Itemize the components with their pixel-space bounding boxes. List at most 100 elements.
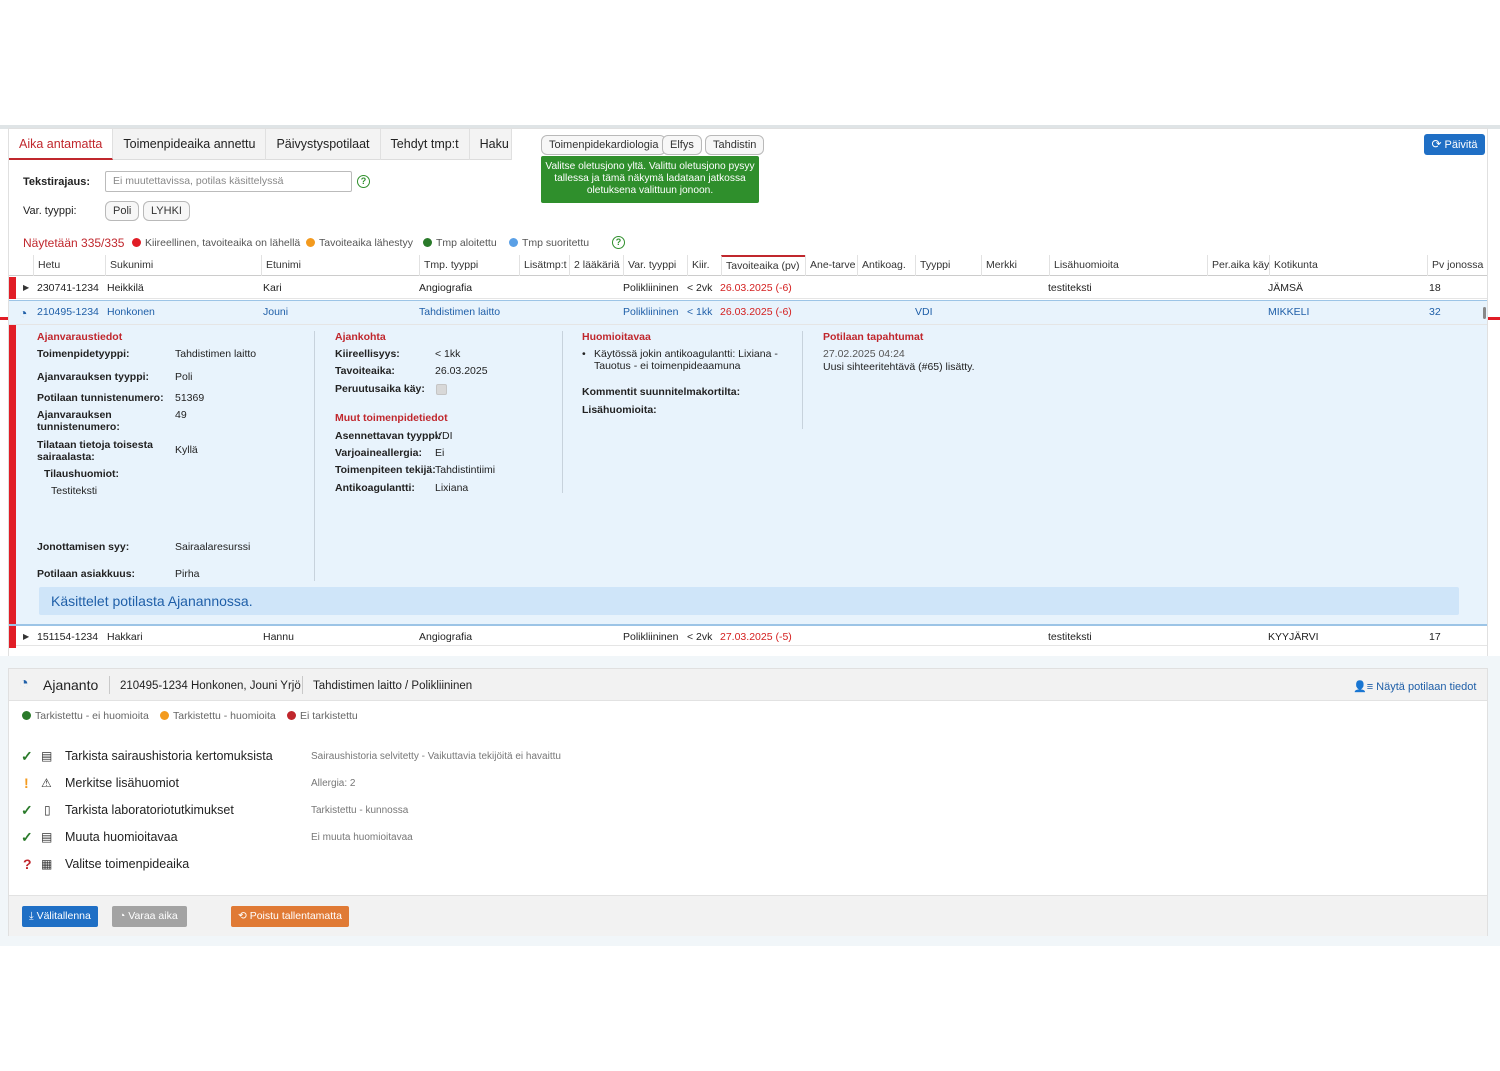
detail-label: Potilaan tunnistenumero: [37, 392, 164, 404]
cell-kiir: < 2vk [687, 631, 713, 643]
download-icon: ⤓ [29, 910, 37, 922]
save-draft-button[interactable]: ⤓ Välitallenna [22, 906, 98, 927]
check-icon: ✓ [21, 748, 33, 764]
tab-haku[interactable]: Haku [470, 129, 512, 160]
col-pv-jonossa[interactable]: Pv jonossa [1427, 255, 1487, 276]
green-dot [22, 711, 31, 720]
cancellation-checkbox[interactable] [436, 384, 447, 395]
expand-caret-icon[interactable]: ▶ [23, 277, 29, 299]
show-patient-info-link[interactable]: 👤≡ Näytä potilaan tiedot [1353, 680, 1476, 693]
col-lisatmp[interactable]: Lisätmp:t [519, 255, 569, 276]
scheduling-header: ◔ Ajananto 210495-1234 Honkonen, Jouni Y… [9, 669, 1487, 701]
col-hetu[interactable]: Hetu [33, 255, 105, 276]
col-tyyppi[interactable]: Tyyppi [915, 255, 981, 276]
exclamation-icon: ! [24, 775, 29, 791]
legend-help-icon[interactable]: ? [612, 236, 625, 249]
task-choose-time[interactable]: ? ▦ Valitse toimenpideaika [21, 856, 721, 876]
exit-label: Poistu tallentamatta [249, 910, 342, 922]
cell-sukunimi: Honkonen [107, 306, 155, 318]
detail-label: Toimenpidetyyppi: [37, 348, 130, 360]
type-chip-poli[interactable]: Poli [105, 201, 140, 221]
queue-chip-tahdistin[interactable]: Tahdistin [705, 135, 765, 155]
warning-icon: ⚠ [41, 776, 52, 790]
clipboard-icon: ▤ [41, 830, 53, 844]
col-lisahuomioita[interactable]: Lisähuomioita [1049, 255, 1207, 276]
refresh-icon: ⟳ [1431, 137, 1442, 151]
queue-chip-elfys[interactable]: Elfys [662, 135, 702, 155]
cell-hetu: 210495-1234 [37, 306, 99, 318]
book-time-button[interactable]: ◔ Varaa aika [112, 906, 187, 927]
refresh-button[interactable]: ⟳ Päivitä [1424, 134, 1485, 155]
cell-kiir: < 2vk [687, 282, 713, 294]
detail-value: Sairaalaresurssi [175, 541, 251, 553]
col-etunimi[interactable]: Etunimi [261, 255, 419, 276]
refresh-label: Päivitä [1444, 139, 1478, 151]
queue-chip-toimenpidekardiologia[interactable]: Toimenpidekardiologia [541, 135, 667, 155]
comments-label: Kommentit suunnitelmakortilta: [582, 386, 741, 398]
detail-label: Varjoaineallergia: [335, 447, 422, 459]
table-row-selected[interactable]: ◔ 210495-1234 Honkonen Jouni Tahdistimen… [9, 300, 1487, 325]
event-date: 27.02.2025 04:24 [823, 348, 905, 360]
tab-tehdyt[interactable]: Tehdyt tmp:t [381, 129, 470, 160]
task-history[interactable]: ✓ ▤ Tarkista sairaushistoria kertomuksis… [21, 748, 721, 768]
task-label: Muuta huomioitavaa [65, 830, 178, 844]
tab-toimenpideaika-annettu[interactable]: Toimenpideaika annettu [113, 129, 267, 160]
col-antikoag[interactable]: Antikoag. [857, 255, 915, 276]
col-kotikunta[interactable]: Kotikunta [1269, 255, 1427, 276]
legend-started-label: Tmp aloitettu [436, 237, 497, 249]
col-tmp-tyyppi[interactable]: Tmp. tyyppi [419, 255, 519, 276]
detail-label: Peruutusaika käy: [335, 383, 425, 395]
legend-approaching: Tavoiteaika lähestyy [306, 237, 413, 249]
cell-pv: 17 [1429, 631, 1441, 643]
cell-kunta: MIKKELI [1268, 306, 1310, 318]
detail-value: 26.03.2025 [435, 365, 488, 377]
legend-checked-ok: Tarkistettu - ei huomioita [22, 710, 149, 722]
col-tavoiteaika[interactable]: Tavoiteaika (pv) [721, 255, 805, 276]
col-kiir[interactable]: Kiir. [687, 255, 721, 276]
help-icon[interactable]: ? [357, 175, 370, 188]
detail-label: Kiireellisyys: [335, 348, 400, 360]
tab-bar: Aika antamatta Toimenpideaika annettu Pä… [9, 129, 512, 160]
table-header: Hetu Sukunimi Etunimi Tmp. tyyppi Lisätm… [9, 255, 1487, 276]
legend-label: Ei tarkistettu [300, 710, 358, 722]
task-extra-notes[interactable]: ! ⚠ Merkitse lisähuomiot Allergia: 2 [21, 775, 721, 795]
expand-caret-icon[interactable]: ▶ [23, 626, 29, 648]
procedure-info: Tahdistimen laitto / Polikliininen [313, 680, 473, 692]
clock-icon: ◔ [119, 910, 129, 922]
legend-approaching-label: Tavoiteaika lähestyy [319, 237, 413, 249]
task-other[interactable]: ✓ ▤ Muuta huomioitavaa Ei muuta huomioit… [21, 829, 721, 849]
legend-label: Tarkistettu - huomioita [173, 710, 276, 722]
cell-etunimi: Jouni [263, 306, 289, 318]
task-lab[interactable]: ✓ ▯ Tarkista laboratoriotutkimukset Tark… [21, 802, 721, 822]
cell-tavoite: 26.03.2025 (-6) [720, 306, 792, 318]
test-tube-icon: ▯ [44, 803, 51, 817]
queue-panel: Aika antamatta Toimenpideaika annettu Pä… [8, 128, 1488, 658]
detail-value: < 1kk [435, 348, 461, 360]
cell-tmp: Angiografia [419, 282, 473, 294]
event-text: Uusi sihteeritehtävä (#65) lisätty. [823, 361, 975, 373]
text-filter-input[interactable]: Ei muutettavissa, potilas käsittelyssä [105, 171, 352, 192]
divider [802, 331, 803, 429]
col-per-aika[interactable]: Per.aika käy [1207, 255, 1269, 276]
task-note: Ei muuta huomioitavaa [311, 832, 413, 843]
tab-paivystyspotilaat[interactable]: Päivystyspotilaat [266, 129, 381, 160]
detail-label: Tilaushuomiot: [44, 468, 120, 480]
cell-tavoite: 27.03.2025 (-5) [720, 631, 792, 643]
detail-value: Tahdistimen laitto [175, 348, 257, 360]
type-chip-lyhki[interactable]: LYHKI [143, 201, 190, 221]
table-row[interactable]: ▶ 230741-1234 Heikkilä Kari Angiografia … [9, 277, 1487, 299]
scrollbar-thumb[interactable] [1483, 307, 1486, 319]
col-sukunimi[interactable]: Sukunimi [105, 255, 261, 276]
notes-bullet: Käytössä jokin antikoagulantti: Lixiana … [594, 348, 778, 372]
text-filter-label: Tekstirajaus: [23, 176, 91, 188]
tab-aika-antamatta[interactable]: Aika antamatta [9, 129, 114, 160]
cell-kunta: JÄMSÄ [1268, 282, 1304, 294]
table-row[interactable]: ▶ 151154-1234 Hakkari Hannu Angiografia … [9, 624, 1487, 648]
exit-without-saving-button[interactable]: ⟲ Poistu tallentamatta [231, 906, 349, 927]
col-merkki[interactable]: Merkki [981, 255, 1049, 276]
col-2-laakaria[interactable]: 2 lääkäriä [569, 255, 623, 276]
task-note: Allergia: 2 [311, 778, 356, 789]
timing-title: Ajankohta [335, 331, 386, 343]
col-ane-tarve[interactable]: Ane-tarve [805, 255, 857, 276]
col-var-tyyppi[interactable]: Var. tyyppi [623, 255, 687, 276]
